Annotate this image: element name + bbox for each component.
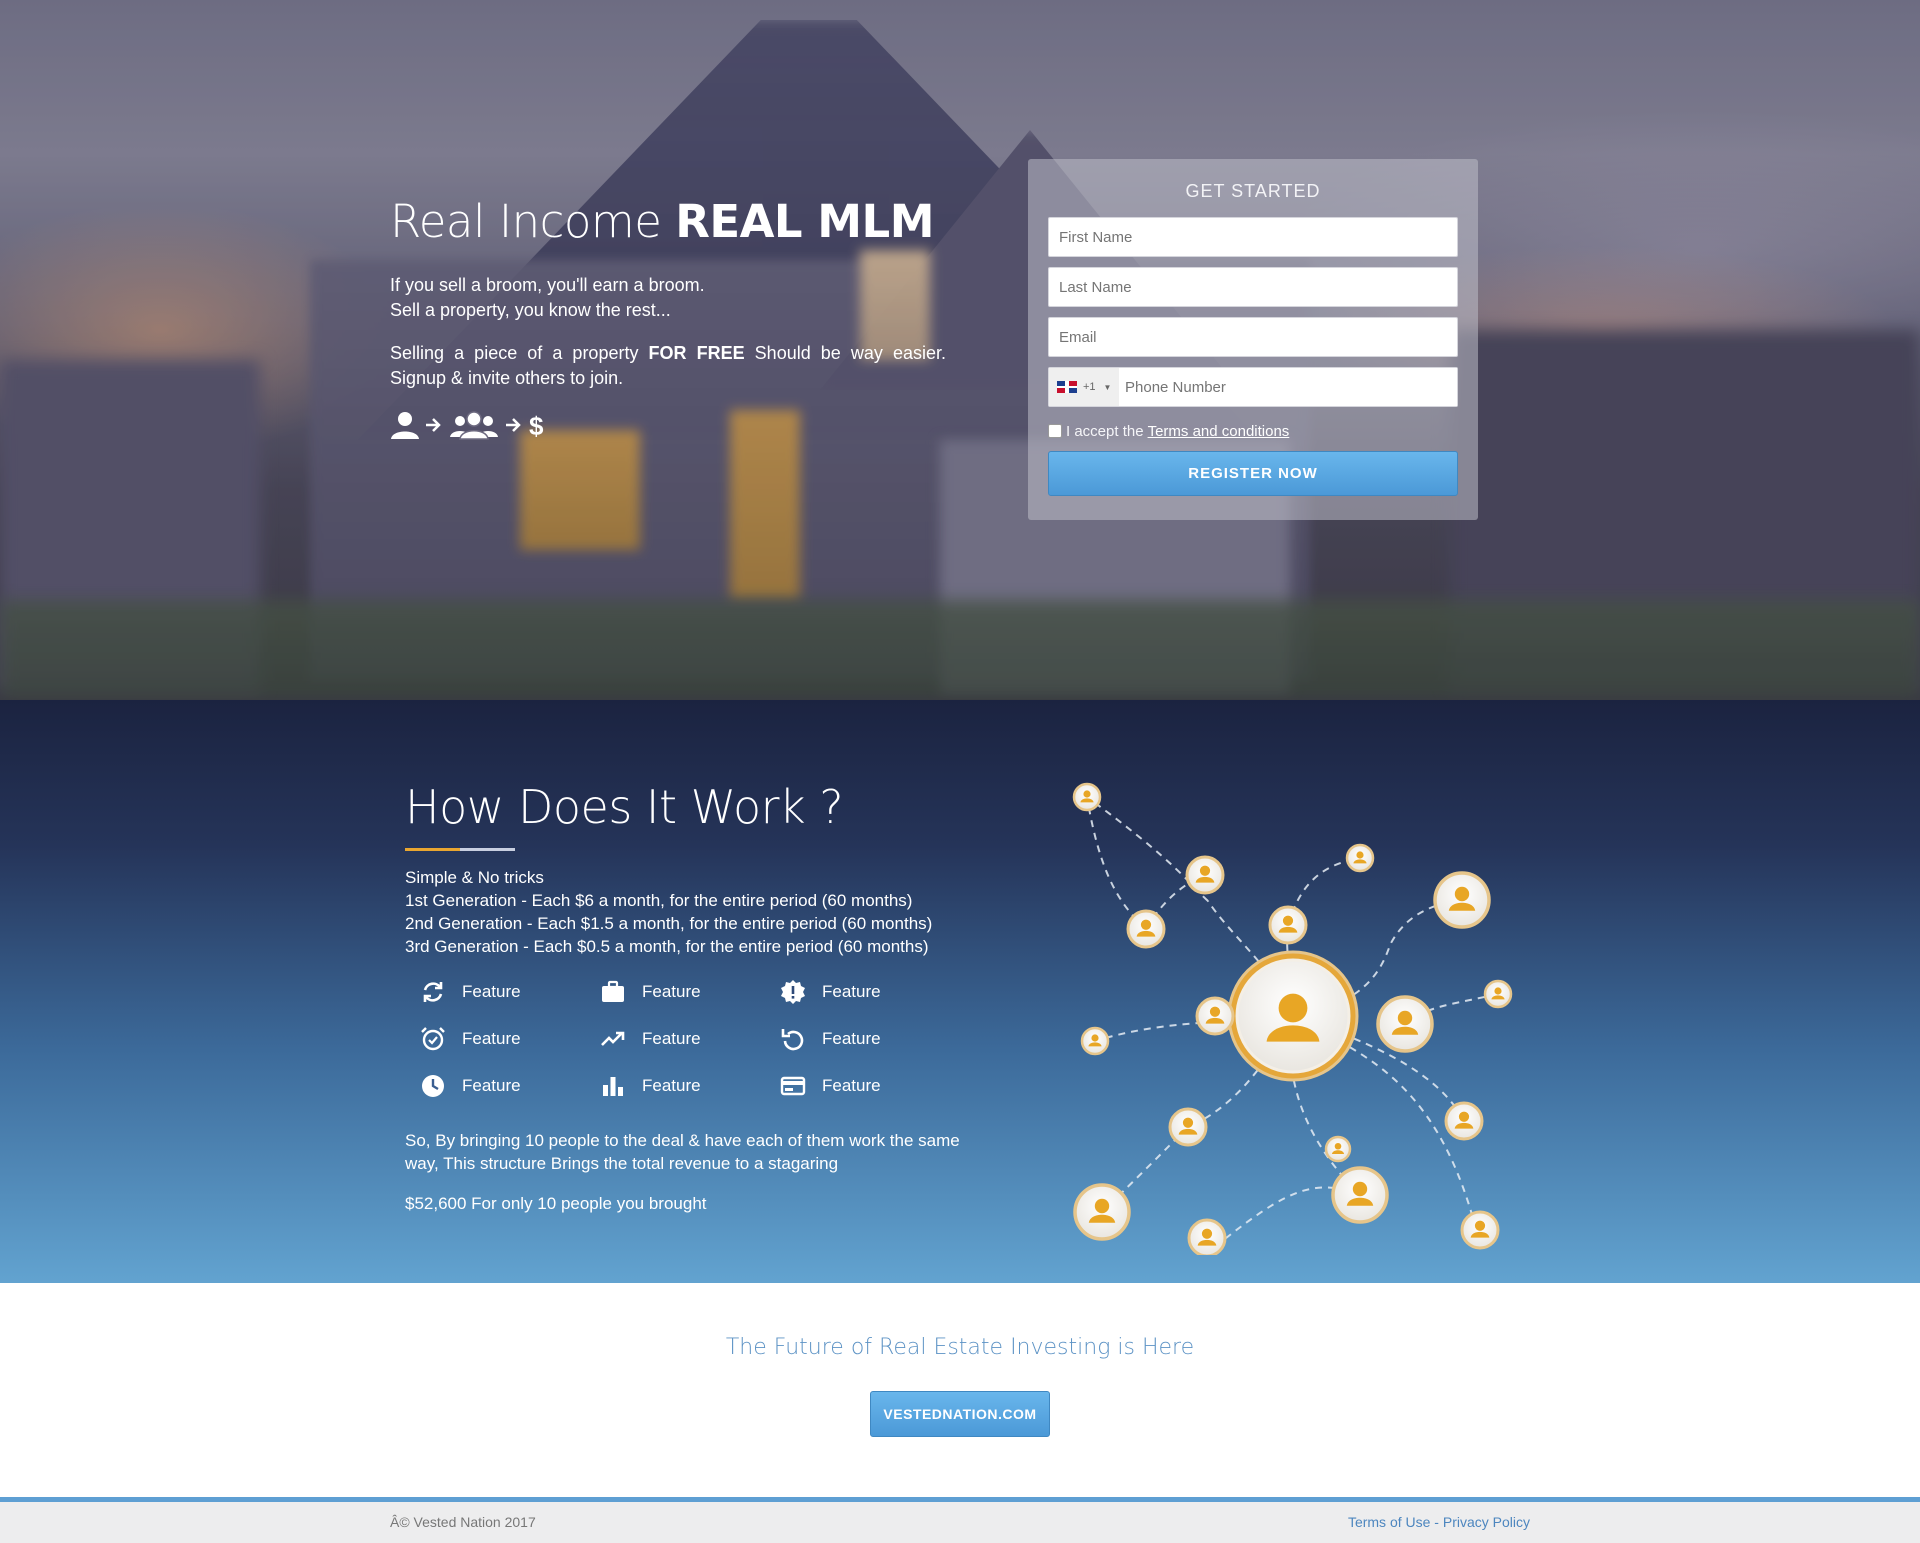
arrow-right-icon <box>424 416 442 434</box>
credit-card-icon <box>779 1072 807 1099</box>
phone-input[interactable] <box>1119 368 1457 406</box>
revenue-paragraph: So, By bringing 10 people to the deal & … <box>405 1131 960 1173</box>
how-it-works-copy: How Does It Work ? Simple & No tricks 1s… <box>405 780 965 1215</box>
commission-line: 1st Generation - Each $6 a month, for th… <box>405 891 913 910</box>
commission-line: Simple & No tricks <box>405 868 544 887</box>
referral-network-illustration <box>1072 782 1513 1255</box>
hero-description-bold: FOR FREE <box>648 343 745 363</box>
hero-tagline: If you sell a broom, you'll earn a broom… <box>390 273 946 323</box>
footer-link-separator: - <box>1430 1514 1443 1530</box>
feature-item: Feature <box>419 1072 599 1099</box>
feature-label: Feature <box>642 1075 701 1095</box>
terms-checkbox[interactable] <box>1048 424 1062 438</box>
svg-text:$: $ <box>529 411 544 440</box>
cta-title: The Future of Real Estate Investing is H… <box>725 1335 1195 1360</box>
cta-section: The Future of Real Estate Investing is H… <box>0 1283 1920 1499</box>
flag-icon <box>1057 381 1077 393</box>
feature-item: Feature <box>419 1025 599 1052</box>
dollar-icon: $ <box>528 410 546 440</box>
register-button[interactable]: REGISTER NOW <box>1048 451 1458 496</box>
clock-icon <box>419 1072 447 1099</box>
section-title: How Does It Work ? <box>405 780 844 834</box>
feature-label: Feature <box>462 981 521 1001</box>
terms-label: I accept the <box>1066 422 1144 440</box>
feature-grid: Feature Feature Feature Feature Feature … <box>419 978 965 1099</box>
referral-flow: $ <box>390 409 946 441</box>
copyright: Â© Vested Nation 2017 <box>390 1514 536 1530</box>
feature-item: Feature <box>599 978 779 1005</box>
footer: Â© Vested Nation 2017 Terms of Use - Pri… <box>0 1502 1920 1543</box>
title-underline <box>405 848 965 851</box>
hero-title-light: Real Income <box>390 195 676 248</box>
hero-tagline-line2: Sell a property, you know the rest... <box>390 300 671 320</box>
last-name-input[interactable] <box>1048 267 1458 307</box>
arrow-right-icon <box>504 416 522 434</box>
hero-section: Real Income REAL MLM If you sell a broom… <box>0 0 1920 700</box>
terms-row: I accept the Terms and conditions <box>1048 421 1458 441</box>
email-input[interactable] <box>1048 317 1458 357</box>
first-name-input[interactable] <box>1048 217 1458 257</box>
hero-overlay <box>0 0 1920 700</box>
commission-line: 3rd Generation - Each $0.5 a month, for … <box>405 937 929 956</box>
feature-label: Feature <box>822 1075 881 1095</box>
terms-of-use-link[interactable]: Terms of Use <box>1348 1514 1430 1530</box>
form-title: GET STARTED <box>1185 181 1321 201</box>
hero-copy: Real Income REAL MLM If you sell a broom… <box>390 195 946 441</box>
briefcase-icon <box>599 978 627 1005</box>
refresh-icon <box>419 978 447 1005</box>
hero-description-part: Selling a piece of a property <box>390 343 649 363</box>
trending-up-icon <box>599 1025 627 1052</box>
alert-badge-icon <box>779 978 807 1005</box>
footer-links: Terms of Use - Privacy Policy <box>1348 1514 1530 1530</box>
revenue-total: $52,600 For only 10 people you brought <box>405 1194 707 1213</box>
country-code: +1 <box>1083 381 1096 393</box>
feature-label: Feature <box>822 1028 881 1048</box>
feature-item: Feature <box>779 978 959 1005</box>
vestednation-button[interactable]: VESTEDNATION.COM <box>870 1391 1050 1437</box>
bar-chart-icon <box>599 1072 627 1099</box>
how-it-works-section: How Does It Work ? Simple & No tricks 1s… <box>0 700 1920 1283</box>
feature-label: Feature <box>462 1028 521 1048</box>
hero-title-bold: REAL MLM <box>675 195 935 248</box>
feature-label: Feature <box>642 981 701 1001</box>
privacy-policy-link[interactable]: Privacy Policy <box>1443 1514 1530 1530</box>
feature-label: Feature <box>462 1075 521 1095</box>
commission-line: 2nd Generation - Each $1.5 a month, for … <box>405 914 933 933</box>
country-code-select[interactable]: +1 ▼ <box>1049 368 1119 406</box>
terms-link[interactable]: Terms and conditions <box>1148 423 1290 440</box>
user-icon <box>390 410 420 440</box>
undo-icon <box>779 1025 807 1052</box>
feature-item: Feature <box>779 1072 959 1099</box>
hero-tagline-line1: If you sell a broom, you'll earn a broom… <box>390 275 705 295</box>
feature-item: Feature <box>599 1025 779 1052</box>
feature-label: Feature <box>822 981 881 1001</box>
chevron-down-icon: ▼ <box>1103 382 1112 392</box>
signup-form: GET STARTED +1 ▼ I accept the Terms and … <box>1028 159 1478 520</box>
feature-item: Feature <box>599 1072 779 1099</box>
users-icon <box>450 410 498 440</box>
feature-item: Feature <box>779 1025 959 1052</box>
hero-title: Real Income REAL MLM <box>390 195 946 249</box>
phone-field: +1 ▼ <box>1048 367 1458 407</box>
hero-description: Selling a piece of a property FOR FREE S… <box>390 341 946 391</box>
commission-list: Simple & No tricks 1st Generation - Each… <box>405 866 965 958</box>
alarm-clock-icon <box>419 1025 447 1052</box>
feature-label: Feature <box>642 1028 701 1048</box>
feature-item: Feature <box>419 978 599 1005</box>
